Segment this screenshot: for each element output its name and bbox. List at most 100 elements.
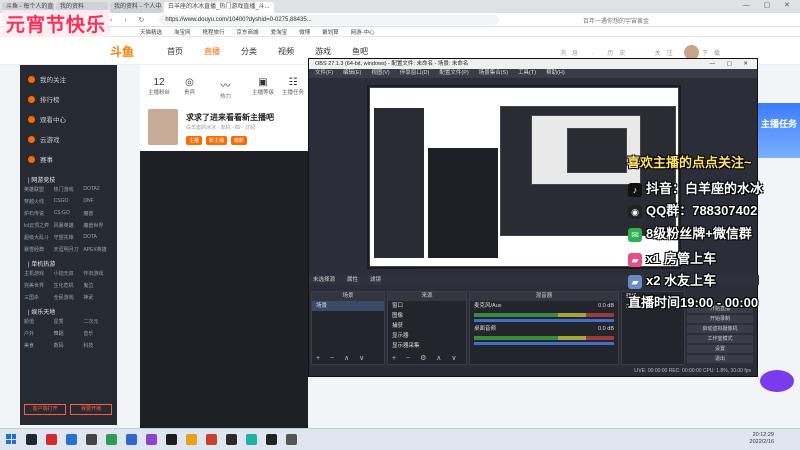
stat-level[interactable]: ▣ 主播等级: [252, 77, 274, 96]
sidebar-game-item[interactable]: 主机游戏: [24, 270, 54, 277]
obs-menu-item[interactable]: 工具(T): [518, 69, 536, 78]
url-input[interactable]: https://www.douyu.com/10400?dyshid=0-027…: [159, 14, 500, 25]
app-icon[interactable]: [206, 434, 217, 445]
bookmark[interactable]: 聚划算: [322, 28, 339, 36]
obs-menu-item[interactable]: 视图(V): [371, 69, 389, 78]
obs-menu-item[interactable]: 场景集合(S): [479, 69, 508, 78]
app-icon[interactable]: [146, 434, 157, 445]
sidebar-game-item[interactable]: 魔兽: [83, 210, 113, 217]
sidebar-item-esports[interactable]: 赛事: [20, 149, 117, 169]
obs-menu-item[interactable]: 编辑(E): [343, 69, 361, 78]
promo-banner[interactable]: 主播任务: [758, 103, 800, 158]
bookmark[interactable]: 爱淘宝: [271, 28, 288, 36]
sidebar-game-item[interactable]: 魔兽世界: [83, 222, 113, 229]
nav-item-yuba[interactable]: 鱼吧: [352, 46, 368, 57]
sidebar-item-cloud-game[interactable]: 云游戏: [20, 129, 117, 149]
source-item[interactable]: 显示器: [388, 331, 466, 341]
sidebar-game-item[interactable]: 舞蹈: [54, 330, 84, 337]
start-recording-button[interactable]: 开始录制: [687, 315, 753, 323]
stat-task[interactable]: ☷ 主播任务: [282, 77, 304, 96]
room-tag[interactable]: 萌新: [231, 136, 248, 145]
nav-item-category[interactable]: 分类: [241, 46, 257, 57]
app-icon[interactable]: [86, 434, 97, 445]
sidebar-game-item[interactable]: 守望先锋: [54, 234, 84, 241]
sidebar-item-rank[interactable]: 排行榜: [20, 89, 117, 109]
sidebar-game-item[interactable]: 鬼泣: [83, 282, 113, 289]
obs-menu-item[interactable]: 配置文件(P): [439, 69, 468, 78]
room-tag[interactable]: 主播: [186, 136, 203, 145]
nav-item-game[interactable]: 游戏: [315, 46, 331, 57]
sidebar-game-item[interactable]: DNF: [83, 198, 113, 205]
sidebar-item-follow[interactable]: 我的关注: [20, 69, 117, 89]
virtual-camera-button[interactable]: 启动虚拟摄像机: [687, 325, 753, 333]
corner-badge[interactable]: [760, 370, 794, 392]
app-icon[interactable]: [226, 434, 237, 445]
browser-tab[interactable]: 我的资料 - 个人中心: [110, 2, 162, 13]
site-logo[interactable]: 斗鱼: [110, 43, 134, 60]
sidebar-game-item[interactable]: 热门游戏: [54, 186, 84, 193]
sidebar-game-item[interactable]: DOTA: [83, 234, 113, 241]
sidebar-game-item[interactable]: 完美世界: [24, 282, 54, 289]
app-icon[interactable]: [186, 434, 197, 445]
sidebar-game-item[interactable]: 二次元: [83, 318, 113, 325]
windows-start-icon[interactable]: [6, 434, 16, 444]
app-icon[interactable]: [246, 434, 257, 445]
settings-button[interactable]: 设置: [687, 345, 753, 353]
sidebar-game-item[interactable]: 小炮无双: [54, 270, 84, 277]
app-icon[interactable]: [106, 434, 117, 445]
sidebar-game-item[interactable]: 超级大乱斗: [24, 234, 54, 241]
sidebar-game-item[interactable]: CSGO: [54, 198, 84, 205]
sidebar-game-item[interactable]: lol云顶之弈: [24, 222, 54, 229]
obs-properties-button[interactable]: 属性: [347, 275, 358, 285]
source-tools[interactable]: + − ⚙ ∧ ∨: [392, 354, 460, 362]
browser-tab-active[interactable]: 白羊座的冰冰直播_热门游戏直播_斗...: [164, 2, 274, 13]
bookmark[interactable]: 携程旅行: [203, 28, 225, 36]
scene-tools[interactable]: + − ∧ ∨: [316, 354, 368, 362]
sidebar-game-item[interactable]: CS:GO: [54, 210, 84, 217]
volume-slider[interactable]: [474, 342, 614, 345]
browser-search-hint[interactable]: 百年一遇你想的宇宙黄金: [583, 16, 649, 25]
streamer-avatar[interactable]: [148, 109, 178, 145]
sidebar-game-item[interactable]: 星秀: [54, 318, 84, 325]
app-icon[interactable]: [286, 434, 297, 445]
sidebar-game-item[interactable]: 炉石传说: [24, 210, 54, 217]
nav-item-home[interactable]: 首页: [167, 46, 183, 57]
sidebar-game-item[interactable]: 神武: [83, 294, 113, 301]
sidebar-item-watch[interactable]: 观看中心: [20, 109, 117, 129]
obs-menu-item[interactable]: 停靠窗口(D): [400, 69, 430, 78]
sidebar-game-item[interactable]: DOTA2: [83, 186, 113, 193]
sidebar-game-item[interactable]: 生化危机: [54, 282, 84, 289]
sidebar-game-item[interactable]: 音乐: [83, 330, 113, 337]
open-client-button[interactable]: 客户端打开: [24, 404, 66, 415]
sidebar-game-item[interactable]: 户外: [24, 330, 54, 337]
window-controls[interactable]: — ▢ ✕: [743, 1, 796, 9]
studio-mode-button[interactable]: 工作室模式: [687, 335, 753, 343]
nav-item-live[interactable]: 直播: [204, 46, 220, 57]
room-tag[interactable]: 新主播: [206, 136, 228, 145]
app-icon[interactable]: [66, 434, 77, 445]
bookmark[interactable]: 微博: [299, 28, 310, 36]
bookmark[interactable]: 京东商城: [237, 28, 259, 36]
source-item[interactable]: 显示器采集: [388, 341, 466, 351]
scene-item[interactable]: 场景: [312, 301, 384, 311]
sidebar-game-item[interactable]: 美食: [24, 342, 54, 349]
start-stream-button[interactable]: 我要开播: [70, 404, 112, 415]
bookmark[interactable]: 网游-中心: [351, 28, 375, 36]
sidebar-game-item[interactable]: 颜值: [24, 318, 54, 325]
system-clock[interactable]: 20:12:29 2022/2/16: [750, 432, 774, 446]
sidebar-game-item[interactable]: 天涯明月刀: [54, 246, 84, 253]
volume-slider[interactable]: [474, 319, 614, 322]
sidebar-game-item[interactable]: 穿越火线: [24, 198, 54, 205]
sidebar-game-item[interactable]: 英雄联盟: [24, 186, 54, 193]
bookmark[interactable]: 淘宝网: [174, 28, 191, 36]
sidebar-game-item[interactable]: 全民游戏: [54, 294, 84, 301]
stat-vip[interactable]: ◎ 贵宾: [184, 77, 195, 96]
sidebar-game-item[interactable]: 怀旧游戏: [83, 270, 113, 277]
obs-menu-item[interactable]: 帮助(H): [546, 69, 565, 78]
source-item[interactable]: 图像: [388, 311, 466, 321]
video-player[interactable]: [140, 151, 308, 428]
nav-item-video[interactable]: 视频: [278, 46, 294, 57]
obs-menu-item[interactable]: 文件(F): [315, 69, 333, 78]
source-item[interactable]: 捕获: [388, 321, 466, 331]
sidebar-game-item[interactable]: 科技: [83, 342, 113, 349]
